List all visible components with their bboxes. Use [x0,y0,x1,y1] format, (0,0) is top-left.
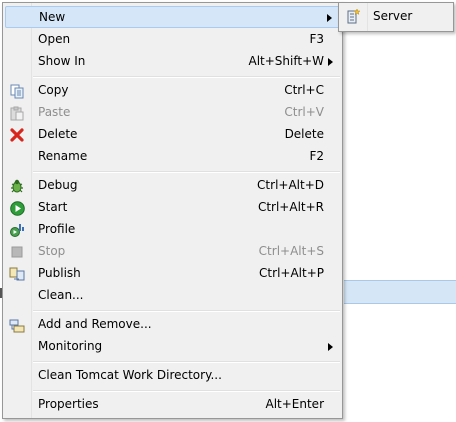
menu-separator [33,390,340,392]
menu-item-shortcut: Ctrl+Alt+P [259,266,324,280]
menu-item-paste[interactable]: Paste Ctrl+V [5,102,340,124]
menu-item-label: New [39,10,66,24]
menu-item-label: Copy [38,83,69,97]
menu-item-copy[interactable]: Copy Ctrl+C [5,80,340,102]
menu-item-label: Show In [38,54,86,68]
menu-separator [33,76,340,78]
menu-item-label: Stop [38,244,66,258]
menu-item-label: Clean... [38,288,84,302]
menu-item-label: Start [38,200,68,214]
menu-item-shortcut: Alt+Shift+W [248,54,325,68]
submenu-item-label: Server [373,9,413,23]
menu-item-shortcut: Ctrl+Alt+S [258,244,324,258]
menu-separator [33,171,340,173]
publish-icon [9,266,25,282]
new-submenu: Server [338,2,454,32]
menu-item-label: Profile [38,222,76,236]
menu-item-shortcut: Ctrl+V [284,105,324,119]
submenu-arrow-icon [325,11,333,25]
stop-icon [9,244,25,260]
menu-item-label: Paste [38,105,71,119]
menu-item-label: Delete [38,127,78,141]
menu-item-shortcut: Ctrl+Alt+R [257,200,324,214]
menu-item-profile[interactable]: Profile [5,219,340,241]
debug-icon [9,178,25,194]
menu-item-label: Add and Remove... [38,317,152,331]
menu-item-label: Monitoring [38,339,103,353]
menu-item-label: Properties [38,397,99,411]
menu-item-rename[interactable]: Rename F2 [5,146,340,168]
menu-item-shortcut: F3 [309,32,324,46]
menu-item-clean-tomcat-work-directory[interactable]: Clean Tomcat Work Directory... [5,365,340,387]
context-menu: New Open F3 Show In Alt+Shift+W Copy Ctr… [2,2,343,419]
delete-icon [9,127,25,143]
paste-icon [9,105,25,121]
copy-icon [9,83,25,99]
menu-item-delete[interactable]: Delete Delete [5,124,340,146]
submenu-arrow-icon [326,55,334,69]
menu-item-label: Debug [38,178,78,192]
menu-item-publish[interactable]: Publish Ctrl+Alt+P [5,263,340,285]
menu-item-add-and-remove[interactable]: Add and Remove... [5,314,340,336]
menu-item-start[interactable]: Start Ctrl+Alt+R [5,197,340,219]
menu-item-shortcut: Ctrl+C [284,83,324,97]
menu-item-stop[interactable]: Stop Ctrl+Alt+S [5,241,340,263]
profile-icon [9,222,25,238]
menu-item-debug[interactable]: Debug Ctrl+Alt+D [5,175,340,197]
menu-item-label: Open [38,32,71,46]
menu-separator [33,310,340,312]
menu-item-monitoring[interactable]: Monitoring [5,336,340,358]
submenu-arrow-icon [326,340,334,354]
menu-item-label: Publish [38,266,81,280]
menu-item-shortcut: F2 [309,149,324,163]
menu-item-label: Clean Tomcat Work Directory... [38,368,222,382]
menu-item-label: Rename [38,149,88,163]
menu-separator [33,361,340,363]
menu-item-new[interactable]: New [5,6,340,28]
start-icon [9,200,25,216]
screen: New Open F3 Show In Alt+Shift+W Copy Ctr… [0,0,456,422]
menu-item-show-in[interactable]: Show In Alt+Shift+W [5,51,340,73]
menu-item-shortcut: Ctrl+Alt+D [257,178,324,192]
menu-item-properties[interactable]: Properties Alt+Enter [5,394,340,416]
add-remove-icon [9,317,25,333]
menu-item-shortcut: Alt+Enter [265,397,324,411]
menu-item-shortcut: Delete [284,127,324,141]
new-server-icon [345,8,361,24]
menu-item-clean[interactable]: Clean... [5,285,340,307]
submenu-item-server[interactable]: Server [341,6,451,28]
menu-item-open[interactable]: Open F3 [5,29,340,51]
background-view-row [344,280,456,304]
